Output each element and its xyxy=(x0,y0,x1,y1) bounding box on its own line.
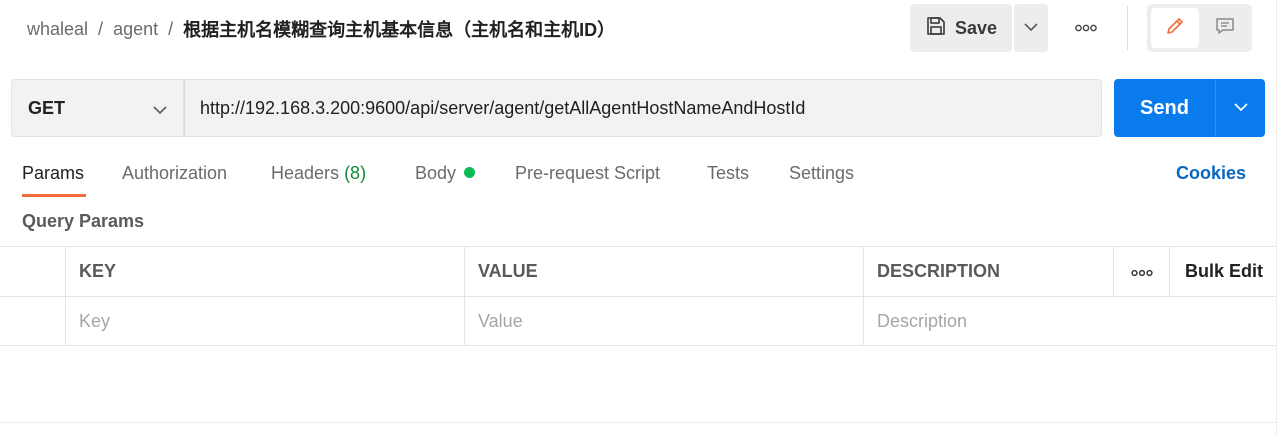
request-header: whaleal / agent / 根据主机名模糊查询主机基本信息（主机名和主机… xyxy=(0,0,1280,56)
save-options-button[interactable] xyxy=(1014,4,1048,52)
cookies-link[interactable]: Cookies xyxy=(1176,163,1246,184)
breadcrumb-workspace[interactable]: whaleal xyxy=(27,19,88,40)
column-header-description: DESCRIPTION xyxy=(863,247,1114,296)
comment-icon xyxy=(1214,15,1236,42)
description-input[interactable]: Description xyxy=(863,297,1276,346)
value-placeholder: Value xyxy=(478,311,523,331)
breadcrumb-separator: / xyxy=(168,18,174,39)
tab-label: Tests xyxy=(707,163,750,183)
tab-pre-request-script[interactable]: Pre-request Script xyxy=(515,163,660,197)
value-input[interactable]: Value xyxy=(464,297,864,346)
section-title: Query Params xyxy=(22,211,145,231)
save-button[interactable]: Save xyxy=(910,4,1012,52)
chevron-down-icon xyxy=(1233,99,1248,117)
more-actions-button[interactable] xyxy=(1068,14,1104,42)
row-checkbox-cell xyxy=(0,297,66,346)
chevron-down-icon xyxy=(153,102,167,120)
headers-count: (8) xyxy=(344,163,367,183)
bulk-edit-button[interactable]: Bulk Edit xyxy=(1169,247,1276,296)
tab-authorization[interactable]: Authorization xyxy=(122,163,227,197)
tab-settings[interactable]: Settings xyxy=(789,163,854,197)
column-header-value: VALUE xyxy=(464,247,864,296)
table-header-row: KEY VALUE DESCRIPTION Bulk Edit xyxy=(0,246,1276,296)
ellipsis-icon xyxy=(1131,261,1153,282)
column-options-button[interactable] xyxy=(1113,247,1170,296)
url-text: http://192.168.3.200:9600/api/server/age… xyxy=(200,97,806,118)
save-label: Save xyxy=(954,17,998,38)
edit-mode-button[interactable] xyxy=(1151,8,1199,48)
method-label: GET xyxy=(28,97,66,118)
tab-label: Body xyxy=(415,163,457,183)
scrollbar-track[interactable] xyxy=(1276,0,1280,436)
key-placeholder: Key xyxy=(79,311,111,331)
tab-headers[interactable]: Headers (8) xyxy=(271,163,366,197)
tab-label: Headers xyxy=(271,163,340,183)
chevron-down-icon xyxy=(1024,19,1038,37)
comments-button[interactable] xyxy=(1203,8,1247,48)
column-header-key: KEY xyxy=(65,247,465,296)
key-input[interactable]: Key xyxy=(65,297,465,346)
tab-label: Params xyxy=(22,163,85,183)
send-button[interactable]: Send xyxy=(1114,79,1215,137)
send-options-button[interactable] xyxy=(1216,79,1265,137)
save-icon xyxy=(925,15,947,42)
url-input[interactable]: http://192.168.3.200:9600/api/server/age… xyxy=(184,79,1102,137)
request-name[interactable]: 根据主机名模糊查询主机基本信息（主机名和主机ID） xyxy=(183,16,615,42)
tab-body[interactable]: Body xyxy=(415,163,476,197)
tab-label: Pre-request Script xyxy=(515,163,661,183)
view-toggle xyxy=(1147,4,1252,52)
method-select[interactable]: GET xyxy=(11,79,184,137)
tab-params[interactable]: Params xyxy=(22,163,84,197)
header-divider xyxy=(1127,6,1128,50)
description-placeholder: Description xyxy=(877,311,968,331)
send-button-group: Send xyxy=(1114,79,1265,137)
table-row: Key Value Description xyxy=(0,296,1276,346)
breadcrumb-collection[interactable]: agent xyxy=(113,19,158,40)
ellipsis-icon xyxy=(1075,19,1097,37)
breadcrumb-separator: / xyxy=(98,18,104,39)
breadcrumb: whaleal / agent / 根据主机名模糊查询主机基本信息（主机名和主机… xyxy=(27,16,615,42)
tab-label: Settings xyxy=(789,163,855,183)
status-dot-icon xyxy=(464,167,476,178)
tab-tests[interactable]: Tests xyxy=(707,163,749,197)
active-tab-indicator xyxy=(22,194,86,197)
checkbox-column-header xyxy=(0,247,66,296)
panel-divider xyxy=(0,422,1280,423)
tab-label: Authorization xyxy=(122,163,228,183)
pencil-icon xyxy=(1164,15,1186,42)
